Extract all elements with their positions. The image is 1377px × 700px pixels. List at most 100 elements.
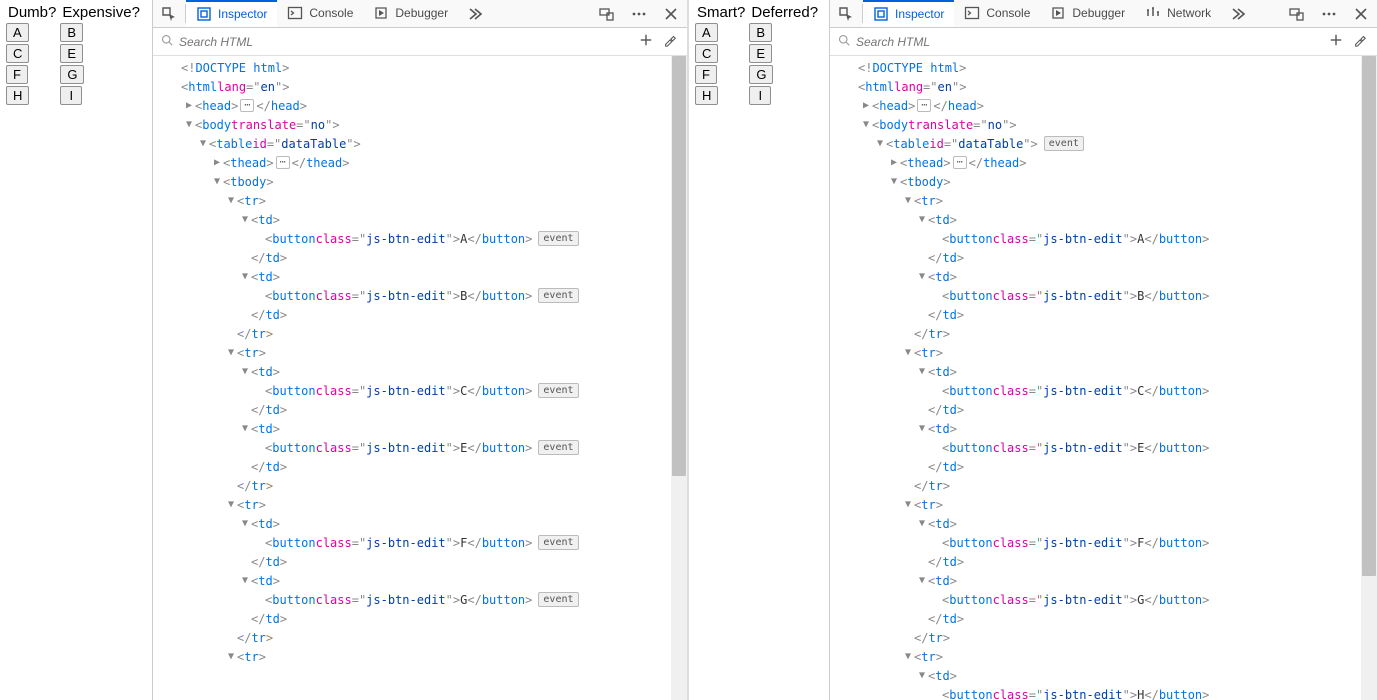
edit-button[interactable]: G — [749, 65, 773, 84]
search-input[interactable] — [179, 35, 631, 49]
close-devtools-button[interactable] — [655, 0, 687, 27]
twisty-icon[interactable]: ▼ — [902, 192, 914, 210]
search-input[interactable] — [856, 35, 1321, 49]
responsive-design-button[interactable] — [1281, 0, 1313, 27]
twisty-icon[interactable]: ▶ — [888, 154, 900, 172]
edit-button[interactable]: H — [6, 86, 29, 105]
overflow-tabs-button[interactable] — [1221, 0, 1253, 27]
dom-node[interactable]: </td> — [836, 552, 1361, 571]
dom-node[interactable]: <button class="js-btn-edit">E</button> — [836, 438, 1361, 457]
dom-tree[interactable]: <!DOCTYPE html><html lang="en">▶<head>⋯ … — [830, 56, 1361, 700]
dom-node[interactable]: ▼<body translate="no"> — [836, 115, 1361, 134]
eyedropper-icon[interactable] — [661, 31, 679, 52]
dom-node[interactable]: </tr> — [159, 476, 671, 495]
twisty-icon[interactable]: ▼ — [239, 211, 251, 229]
add-icon[interactable] — [1327, 31, 1345, 52]
dom-node[interactable]: ▼<tr> — [159, 495, 671, 514]
dom-node[interactable]: </td> — [159, 552, 671, 571]
event-badge[interactable]: event — [538, 535, 578, 550]
scrollbar[interactable] — [1361, 56, 1377, 700]
edit-button[interactable]: H — [695, 86, 718, 105]
event-badge[interactable]: event — [538, 383, 578, 398]
twisty-icon[interactable]: ▼ — [225, 648, 237, 666]
ellipsis-badge[interactable]: ⋯ — [276, 156, 290, 169]
dom-node[interactable]: </td> — [836, 457, 1361, 476]
dom-node[interactable]: </td> — [836, 305, 1361, 324]
edit-button[interactable]: I — [60, 86, 82, 105]
twisty-icon[interactable]: ▼ — [225, 496, 237, 514]
kebab-menu-button[interactable] — [1313, 0, 1345, 27]
dom-node[interactable]: ▼<tr> — [836, 191, 1361, 210]
dom-node[interactable]: ▼<td> — [159, 514, 671, 533]
edit-button[interactable]: A — [695, 23, 718, 42]
twisty-icon[interactable]: ▼ — [888, 173, 900, 191]
dom-node[interactable]: <!DOCTYPE html> — [836, 58, 1361, 77]
twisty-icon[interactable]: ▶ — [860, 97, 872, 115]
twisty-icon[interactable]: ▼ — [183, 116, 195, 134]
dom-node[interactable]: ▼<tr> — [836, 647, 1361, 666]
twisty-icon[interactable]: ▼ — [239, 363, 251, 381]
dom-node[interactable]: ▼<tr> — [159, 191, 671, 210]
dom-node[interactable]: ▼<tr> — [836, 495, 1361, 514]
edit-button[interactable]: C — [6, 44, 29, 63]
scroll-thumb[interactable] — [672, 56, 686, 476]
dom-node[interactable]: ▼<td> — [159, 362, 671, 381]
twisty-icon[interactable]: ▶ — [183, 97, 195, 115]
twisty-icon[interactable]: ▼ — [211, 173, 223, 191]
edit-button[interactable]: B — [60, 23, 83, 42]
dom-node[interactable]: ▼<table id="dataTable"> — [159, 134, 671, 153]
dom-node[interactable]: ▼<td> — [836, 666, 1361, 685]
dom-node[interactable]: </tr> — [836, 324, 1361, 343]
dom-node[interactable]: <button class="js-btn-edit">A</button>ev… — [159, 229, 671, 248]
dom-node[interactable]: <html lang="en"> — [836, 77, 1361, 96]
dom-node[interactable]: ▼<tbody> — [159, 172, 671, 191]
twisty-icon[interactable]: ▼ — [239, 515, 251, 533]
twisty-icon[interactable]: ▼ — [239, 572, 251, 590]
dom-node[interactable]: <button class="js-btn-edit">F</button>ev… — [159, 533, 671, 552]
ellipsis-badge[interactable]: ⋯ — [240, 99, 254, 112]
edit-button[interactable]: I — [749, 86, 771, 105]
dom-node[interactable]: </td> — [836, 609, 1361, 628]
element-picker-button[interactable] — [153, 0, 185, 27]
dom-node[interactable]: </tr> — [836, 628, 1361, 647]
dom-node[interactable]: <button class="js-btn-edit">B</button> — [836, 286, 1361, 305]
twisty-icon[interactable]: ▼ — [874, 135, 886, 153]
dom-node[interactable]: ▼<td> — [159, 571, 671, 590]
tab-console[interactable]: Console — [277, 0, 363, 27]
dom-node[interactable]: ▼<td> — [836, 514, 1361, 533]
dom-node[interactable]: ▼<td> — [836, 267, 1361, 286]
twisty-icon[interactable]: ▼ — [916, 268, 928, 286]
twisty-icon[interactable]: ▼ — [860, 116, 872, 134]
dom-node[interactable]: ▼<tr> — [836, 343, 1361, 362]
dom-tree[interactable]: <!DOCTYPE html><html lang="en">▶<head>⋯<… — [153, 56, 671, 700]
edit-button[interactable]: F — [6, 65, 28, 84]
twisty-icon[interactable]: ▼ — [225, 192, 237, 210]
edit-button[interactable]: B — [749, 23, 772, 42]
twisty-icon[interactable]: ▼ — [197, 135, 209, 153]
element-picker-button[interactable] — [830, 0, 862, 27]
event-badge[interactable]: event — [1044, 136, 1084, 151]
scrollbar[interactable] — [671, 56, 687, 700]
kebab-menu-button[interactable] — [623, 0, 655, 27]
eyedropper-icon[interactable] — [1351, 31, 1369, 52]
dom-node[interactable]: </tr> — [159, 628, 671, 647]
dom-node[interactable]: ▼<td> — [836, 210, 1361, 229]
responsive-design-button[interactable] — [591, 0, 623, 27]
twisty-icon[interactable]: ▼ — [902, 648, 914, 666]
dom-node[interactable]: ▶<thead>⋯ </thead> — [836, 153, 1361, 172]
dom-node[interactable]: ▶<thead>⋯ </thead> — [159, 153, 671, 172]
edit-button[interactable]: F — [695, 65, 717, 84]
dom-node[interactable]: <button class="js-btn-edit">E</button>ev… — [159, 438, 671, 457]
dom-node[interactable]: <button class="js-btn-edit">B</button>ev… — [159, 286, 671, 305]
twisty-icon[interactable]: ▼ — [902, 496, 914, 514]
event-badge[interactable]: event — [538, 440, 578, 455]
dom-node[interactable]: </td> — [836, 248, 1361, 267]
dom-node[interactable]: </tr> — [836, 476, 1361, 495]
ellipsis-badge[interactable]: ⋯ — [917, 99, 931, 112]
dom-node[interactable]: </td> — [159, 400, 671, 419]
dom-node[interactable]: ▶<head>⋯ </head> — [836, 96, 1361, 115]
twisty-icon[interactable]: ▼ — [916, 515, 928, 533]
tab-inspector[interactable]: Inspector — [863, 0, 954, 27]
dom-node[interactable]: <button class="js-btn-edit">C</button>ev… — [159, 381, 671, 400]
tab-console[interactable]: Console — [954, 0, 1040, 27]
